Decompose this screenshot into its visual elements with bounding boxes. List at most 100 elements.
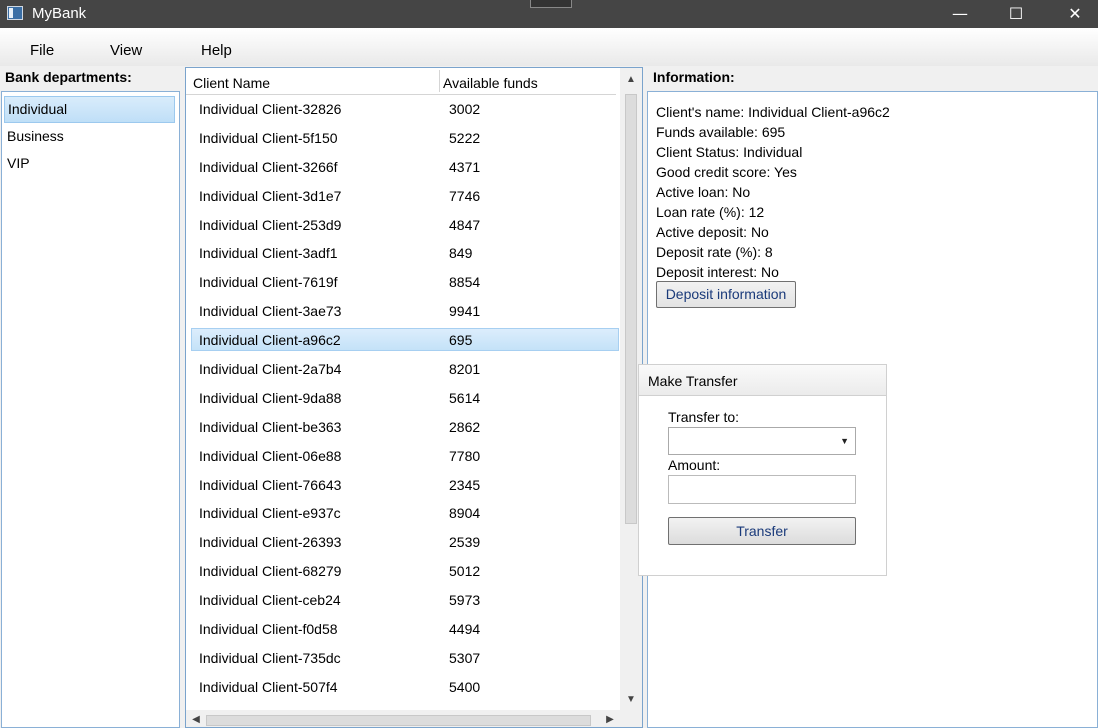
scroll-down-icon[interactable]: ▼ bbox=[620, 690, 642, 710]
available-funds-cell: 4494 bbox=[449, 621, 481, 638]
client-name-cell: Individual Client-3ae73 bbox=[199, 303, 342, 320]
client-name-cell: Individual Client-f0d58 bbox=[199, 621, 338, 638]
column-separator[interactable] bbox=[439, 70, 440, 92]
client-name-cell: Individual Client-be363 bbox=[199, 418, 342, 435]
info-loan-rate: Loan rate (%): 12 bbox=[656, 204, 765, 220]
menu-file[interactable]: File bbox=[30, 42, 54, 59]
available-funds-cell: 5307 bbox=[449, 649, 481, 666]
table-row[interactable]: Individual Client-3d1e7 7746 bbox=[186, 182, 620, 211]
available-funds-cell: 9941 bbox=[449, 303, 481, 320]
deposit-information-button[interactable]: Deposit information bbox=[656, 281, 796, 308]
table-row[interactable]: Individual Client-253d9 4847 bbox=[186, 211, 620, 240]
clients-list-header: Client Name Available funds bbox=[186, 68, 616, 95]
amount-input[interactable] bbox=[668, 475, 856, 504]
table-row[interactable]: Individual Client-3266f 4371 bbox=[186, 153, 620, 182]
transfer-to-combobox[interactable]: ▼ bbox=[668, 427, 856, 455]
info-client-name: Client's name: Individual Client-a96c2 bbox=[656, 104, 890, 120]
client-name-cell: Individual Client-5f150 bbox=[199, 129, 338, 146]
available-funds-cell: 5222 bbox=[449, 129, 481, 146]
chevron-down-icon[interactable]: ▼ bbox=[840, 436, 849, 446]
minimize-button[interactable]: — bbox=[937, 0, 983, 28]
available-funds-cell: 8904 bbox=[449, 505, 481, 522]
table-row[interactable]: Individual Client-26393 2539 bbox=[186, 528, 620, 557]
table-row[interactable]: Individual Client-76643 2345 bbox=[186, 471, 620, 500]
menu-view[interactable]: View bbox=[110, 42, 142, 59]
available-funds-cell: 4371 bbox=[449, 158, 481, 175]
close-button[interactable]: ✕ bbox=[1052, 0, 1098, 28]
info-client-status: Client Status: Individual bbox=[656, 144, 803, 160]
client-name-cell: Individual Client-3adf1 bbox=[199, 245, 338, 262]
menu-help[interactable]: Help bbox=[201, 42, 232, 59]
information-lines: Client's name: Individual Client-a96c2 F… bbox=[656, 104, 890, 284]
available-funds-cell: 2345 bbox=[449, 476, 481, 493]
client-name-cell: Individual Client-68279 bbox=[199, 563, 342, 580]
vertical-scroll-thumb[interactable] bbox=[625, 94, 637, 524]
department-item-vip[interactable]: VIP bbox=[2, 150, 179, 177]
scroll-left-icon[interactable]: ◀ bbox=[186, 710, 206, 727]
table-row[interactable]: Individual Client-9da88 5614 bbox=[186, 384, 620, 413]
title-bar: MyBank — ☐ ✕ bbox=[0, 0, 1098, 28]
client-name-cell: Individual Client-735dc bbox=[199, 649, 341, 666]
table-row[interactable]: Individual Client-32826 3002 bbox=[186, 95, 620, 124]
available-funds-cell: 8201 bbox=[449, 361, 481, 378]
department-item-individual[interactable]: Individual bbox=[4, 96, 175, 123]
make-transfer-panel: Make Transfer Transfer to: ▼ Amount: Tra… bbox=[638, 364, 887, 576]
info-active-loan: Active loan: No bbox=[656, 184, 751, 200]
available-funds-cell: 5973 bbox=[449, 592, 481, 609]
table-row[interactable]: Individual Client-7619f 8854 bbox=[186, 268, 620, 297]
table-row[interactable]: Individual Client-e937c 8904 bbox=[186, 499, 620, 528]
table-row[interactable]: Individual Client-507f4 5400 bbox=[186, 673, 620, 702]
table-row[interactable]: Individual Client-3ae73 9941 bbox=[186, 297, 620, 326]
available-funds-cell: 3002 bbox=[449, 101, 481, 117]
client-name-cell: Individual Client-253d9 bbox=[199, 216, 342, 233]
client-name-cell: Individual Client-507f4 bbox=[199, 678, 338, 695]
client-name-cell: Individual Client-7619f bbox=[199, 274, 338, 291]
transfer-to-label: Transfer to: bbox=[668, 409, 740, 425]
table-row[interactable]: Individual Client-a96c2 695 bbox=[186, 326, 620, 355]
horizontal-scroll-thumb[interactable] bbox=[206, 715, 591, 726]
available-funds-cell: 695 bbox=[449, 332, 473, 349]
information-header: Information: bbox=[653, 69, 735, 85]
amount-label: Amount: bbox=[668, 457, 721, 473]
available-funds-cell: 7746 bbox=[449, 187, 481, 204]
available-funds-cell: 5614 bbox=[449, 389, 481, 406]
info-credit-score: Good credit score: Yes bbox=[656, 164, 797, 180]
department-item-business[interactable]: Business bbox=[2, 123, 179, 150]
maximize-button[interactable]: ☐ bbox=[993, 0, 1039, 28]
available-funds-cell: 4847 bbox=[449, 216, 481, 233]
client-name-cell: Individual Client-2a7b4 bbox=[199, 361, 342, 378]
horizontal-scrollbar[interactable]: ◀ ▶ bbox=[186, 710, 642, 727]
client-name-cell: Individual Client-ceb24 bbox=[199, 592, 341, 609]
available-funds-cell: 5012 bbox=[449, 563, 481, 580]
column-header-available-funds[interactable]: Available funds bbox=[443, 75, 538, 91]
column-header-client-name[interactable]: Client Name bbox=[193, 75, 270, 91]
make-transfer-header: Make Transfer bbox=[639, 365, 886, 396]
info-active-deposit: Active deposit: No bbox=[656, 224, 769, 240]
table-row[interactable]: Individual Client-ceb24 5973 bbox=[186, 586, 620, 615]
table-row[interactable]: Individual Client-be363 2862 bbox=[186, 413, 620, 442]
info-deposit-rate: Deposit rate (%): 8 bbox=[656, 244, 773, 260]
table-row[interactable]: Individual Client-735dc 5307 bbox=[186, 644, 620, 673]
scroll-up-icon[interactable]: ▲ bbox=[620, 70, 642, 90]
app-icon bbox=[7, 6, 23, 20]
table-row[interactable]: Individual Client-f0d58 4494 bbox=[186, 615, 620, 644]
table-row[interactable]: Individual Client-06e88 7780 bbox=[186, 442, 620, 471]
available-funds-cell: 5400 bbox=[449, 678, 481, 695]
table-row[interactable]: Individual Client-5f150 5222 bbox=[186, 124, 620, 153]
client-name-cell: Individual Client-76643 bbox=[199, 476, 342, 493]
info-funds-available: Funds available: 695 bbox=[656, 124, 786, 140]
client-name-cell: Individual Client-3266f bbox=[199, 158, 338, 175]
clients-rows: Individual Client-32826 3002 Individual Cl… bbox=[186, 95, 620, 727]
clients-list: Client Name Available funds Individual C… bbox=[185, 67, 643, 728]
table-row[interactable]: Individual Client-2a7b4 8201 bbox=[186, 355, 620, 384]
available-funds-cell: 8854 bbox=[449, 274, 481, 291]
table-row[interactable]: Individual Client-3adf1 849 bbox=[186, 239, 620, 268]
available-funds-cell: 2539 bbox=[449, 534, 481, 551]
client-name-cell: Individual Client-3d1e7 bbox=[199, 187, 342, 204]
available-funds-cell: 7780 bbox=[449, 447, 481, 464]
transfer-button[interactable]: Transfer bbox=[668, 517, 856, 545]
scroll-right-icon[interactable]: ▶ bbox=[600, 710, 620, 727]
available-funds-cell: 2862 bbox=[449, 418, 481, 435]
table-row[interactable]: Individual Client-68279 5012 bbox=[186, 557, 620, 586]
client-name-cell: Individual Client-e937c bbox=[199, 505, 341, 522]
